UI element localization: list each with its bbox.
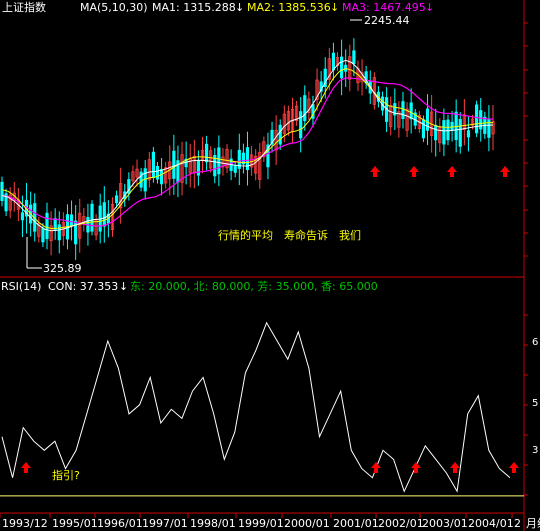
candle-body [159, 169, 164, 185]
x-tick-label: 1999/01 [238, 517, 284, 530]
candle-body [340, 56, 344, 79]
candle-body [446, 119, 450, 141]
candle-body [45, 212, 49, 240]
candle-body [114, 195, 119, 204]
low-label: 325.89 [43, 262, 82, 275]
x-tick-label: 2000/01 [284, 517, 330, 530]
ma-label: MA(5,10,30) [80, 1, 148, 14]
x-tick-label: 1993/12 [2, 517, 48, 530]
candle-body [475, 104, 479, 134]
candle-body [204, 143, 209, 163]
main-caption: 行情的平均 寿命告诉 我们 [218, 228, 361, 242]
x-tick-label: 月线 [526, 516, 540, 530]
candle-body [151, 151, 155, 178]
candle-body [172, 150, 176, 179]
x-tick-label: 1997/01 [142, 517, 188, 530]
stock-chart: 1993/12 1995/01 1996/01 1997/01 1998/01 1999/… [0, 0, 540, 531]
x-tick-label: 2004/01 [468, 517, 514, 530]
rsi-arrow: ↓ [119, 280, 128, 293]
candle-body [466, 130, 471, 138]
candle-body [421, 119, 426, 139]
rsi-label: RSI(14) [1, 280, 41, 293]
candle-body [69, 214, 74, 227]
ma2-label: MA2: 1385.536 [247, 1, 331, 14]
x-tick-label: 1996/01 [97, 517, 143, 530]
candle-body [57, 224, 61, 241]
candle-body [0, 181, 4, 202]
index-name: 上证指数 [2, 0, 46, 14]
candle-body [41, 227, 45, 243]
candle-body [196, 160, 200, 176]
rsi-params: 东: 20.000, 北: 80.000, 芳: 35.000, 香: 65.0… [130, 279, 378, 293]
x-tick-label: 2002/01 [378, 517, 424, 530]
candle-body [401, 101, 405, 119]
candle-body [409, 102, 413, 120]
candle-body [331, 52, 336, 71]
candle-body [352, 50, 356, 65]
candle-body [487, 118, 491, 138]
candle-body [155, 166, 160, 180]
candle-body [434, 124, 438, 141]
rsi-y-label: 3 [532, 445, 538, 456]
x-tick-label: 1998/01 [190, 517, 236, 530]
candle-body [217, 147, 221, 175]
candle-body [233, 165, 237, 173]
candle-body [442, 120, 446, 145]
rsi-caption: 指引? [52, 468, 80, 482]
candle-body [303, 95, 307, 122]
ma1-label: MA1: 1315.288 [152, 1, 236, 14]
rsi-y-label: 5 [532, 398, 538, 409]
candle-body [454, 111, 458, 141]
candle-body [90, 203, 94, 232]
x-tick-label: 1995/01 [52, 517, 98, 530]
candle-body [299, 111, 303, 139]
x-tick-label: 2001/01 [333, 517, 379, 530]
high-label: 2245.44 [364, 14, 410, 27]
candle-body [20, 212, 25, 221]
ma1-arrow: ↓ [235, 1, 244, 14]
rsi-con: CON: 37.353 [48, 280, 118, 293]
candle-body [458, 119, 462, 147]
ma3-arrow: ↓ [425, 1, 434, 14]
x-tick-label: 2 [514, 517, 521, 530]
candle-body [278, 124, 282, 145]
x-tick-label: 2003/01 [422, 517, 468, 530]
rsi-y-label: 6 [532, 337, 538, 348]
candle-body [102, 202, 106, 227]
ma3-label: MA3: 1467.495 [342, 1, 426, 14]
ma2-arrow: ↓ [330, 1, 339, 14]
candle-body [450, 121, 454, 131]
candle-body [139, 171, 143, 188]
rsi-header: RSI(14) CON: 37.353 ↓ 东: 20.000, 北: 80.0… [1, 279, 378, 293]
